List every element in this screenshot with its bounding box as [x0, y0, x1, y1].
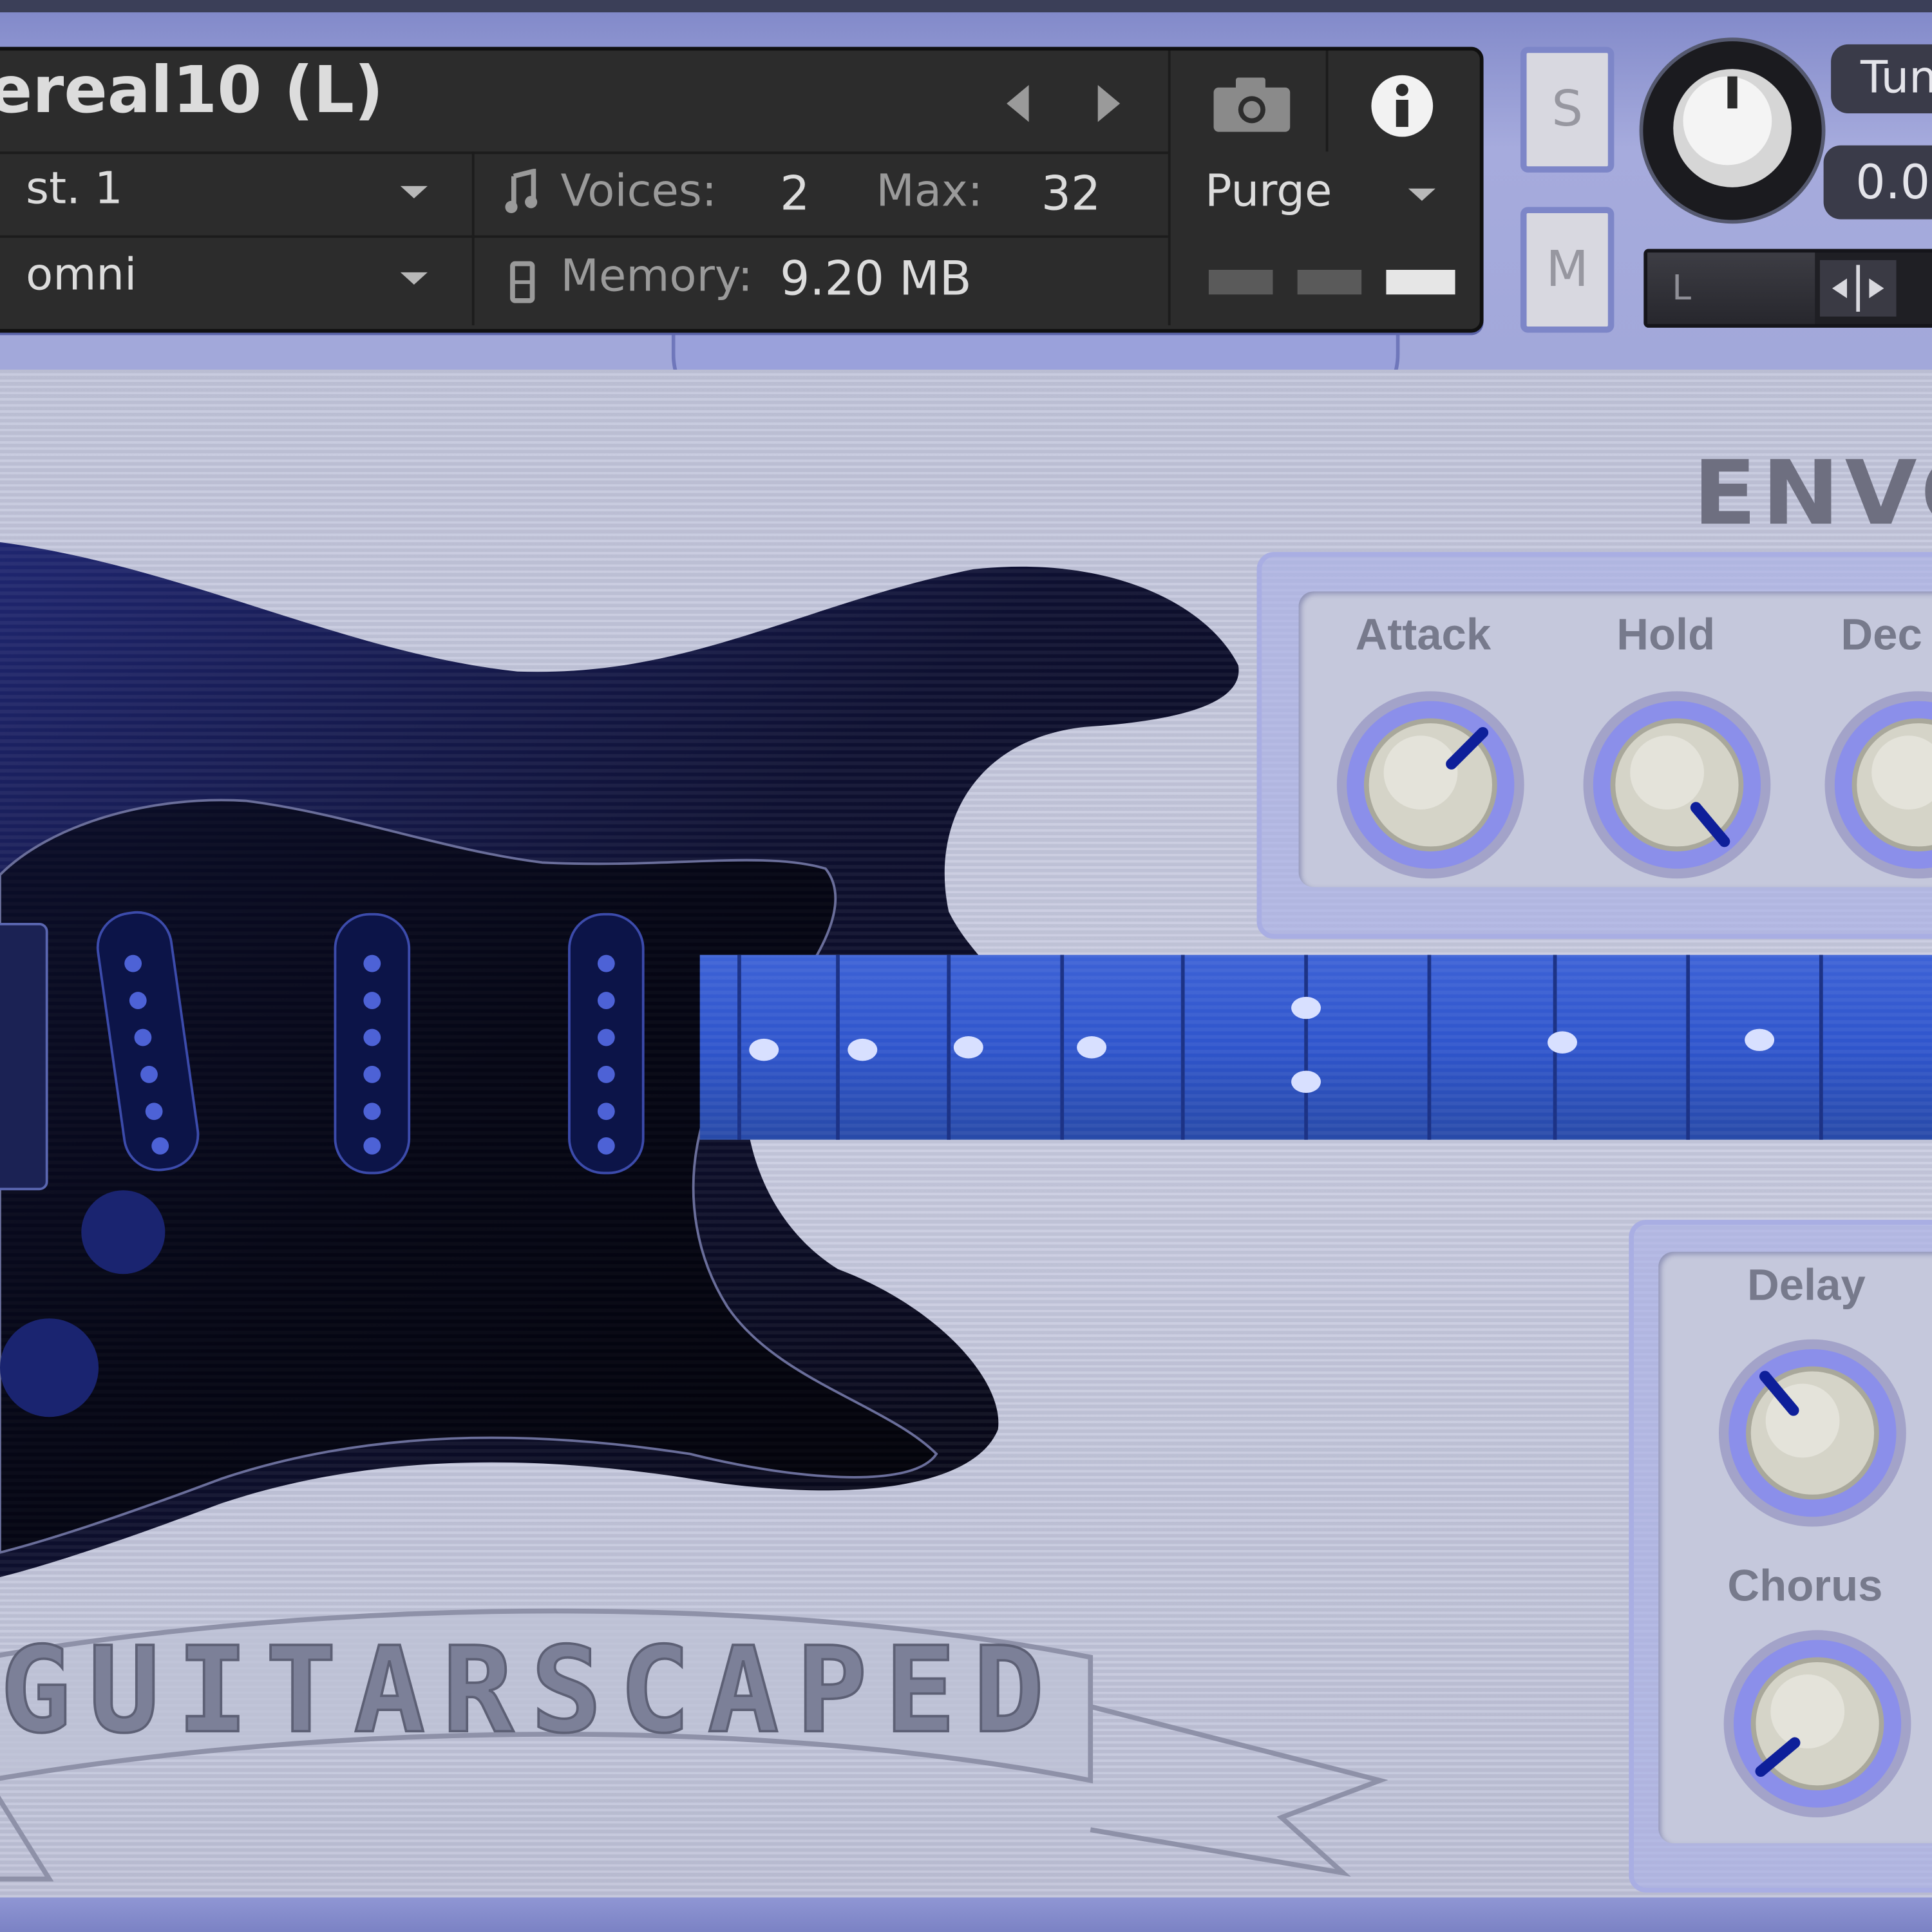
tune-knob[interactable]	[1636, 35, 1828, 227]
volume-knob	[0, 1318, 99, 1417]
memory-icon	[510, 261, 535, 303]
solo-button[interactable]: S	[1520, 46, 1615, 173]
bottom-bar	[0, 1897, 1932, 1932]
info-icon[interactable]	[1369, 73, 1435, 139]
purge-dropdown-icon[interactable]	[1408, 188, 1435, 201]
memory-value: 9.20 MB	[780, 251, 972, 306]
pan-slider[interactable]: L	[1643, 249, 1932, 328]
delay-knob[interactable]	[1712, 1333, 1912, 1533]
pickup-middle	[334, 913, 411, 1175]
divider	[0, 151, 1168, 155]
guitarscaped-logo: GUITARSCAPED	[0, 1608, 1388, 1882]
instrument-window: ereal10 (L) st. 1 omni Voices: 2 Max: 32…	[0, 0, 1932, 1932]
bridge	[0, 923, 48, 1191]
divider	[0, 235, 1168, 238]
level-meter-segment	[1297, 270, 1362, 295]
chorus-label: Chorus	[1727, 1560, 1883, 1611]
instrument-header: ereal10 (L) st. 1 omni Voices: 2 Max: 32…	[0, 46, 1484, 333]
instrument-name[interactable]: ereal10 (L)	[0, 54, 383, 128]
decay-knob[interactable]	[1819, 685, 1932, 885]
attack-knob[interactable]	[1331, 685, 1530, 885]
divider	[1325, 50, 1329, 152]
mute-button[interactable]: M	[1520, 207, 1615, 333]
voices-label: Voices:	[560, 166, 717, 217]
logo-text: GUITARSCAPED	[0, 1622, 1061, 1759]
attack-label: Attack	[1355, 609, 1492, 659]
voices-value: 2	[780, 166, 810, 221]
voices-icon	[505, 169, 538, 213]
camera-icon[interactable]	[1211, 73, 1293, 135]
tone-knob	[81, 1190, 166, 1274]
divider	[471, 151, 475, 326]
envelope-title: ENVO	[1692, 440, 1932, 545]
pan-label: L	[1672, 267, 1692, 308]
midi-channel-selector[interactable]: omni	[26, 250, 137, 300]
max-voices-value[interactable]: 32	[1041, 166, 1101, 220]
tune-value[interactable]: 0.00	[1823, 145, 1932, 220]
tune-label: Tun	[1831, 44, 1932, 114]
midi-dropdown-icon[interactable]	[400, 272, 428, 285]
purge-menu[interactable]: Purge	[1205, 166, 1332, 216]
memory-label: Memory:	[560, 251, 753, 302]
output-dropdown-icon[interactable]	[400, 185, 428, 199]
level-meter-segment	[1208, 270, 1273, 295]
level-meter-segment	[1386, 270, 1455, 295]
decay-label: Dec	[1841, 609, 1922, 659]
pan-handle-icon[interactable]	[1819, 260, 1897, 317]
output-selector[interactable]: st. 1	[26, 164, 123, 214]
next-instrument-icon[interactable]	[1095, 82, 1125, 124]
max-voices-label: Max:	[876, 166, 983, 217]
chorus-knob[interactable]	[1718, 1624, 1917, 1824]
hold-knob[interactable]	[1577, 685, 1777, 885]
top-strip	[0, 0, 1932, 13]
divider	[1168, 50, 1171, 326]
hold-label: Hold	[1616, 609, 1716, 659]
pickup-bridge	[568, 913, 645, 1175]
delay-label: Delay	[1747, 1259, 1866, 1310]
previous-instrument-icon[interactable]	[1001, 82, 1031, 124]
